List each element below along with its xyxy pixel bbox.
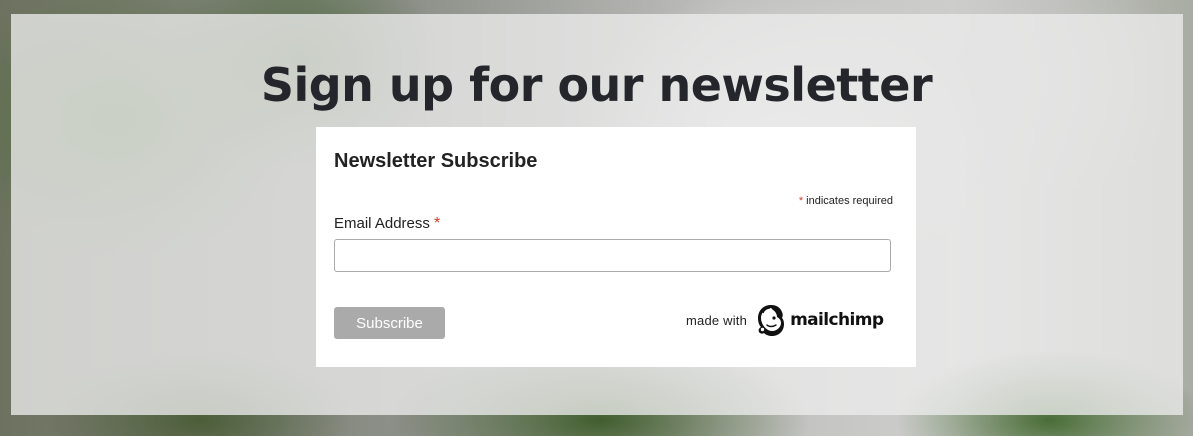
form-title: Newsletter Subscribe	[334, 150, 538, 172]
subscribe-button[interactable]: Subscribe	[334, 307, 445, 339]
email-field[interactable]	[334, 239, 891, 272]
made-with-text: made with	[686, 312, 748, 328]
email-required-asterisk: *	[434, 215, 441, 232]
required-note-text: indicates required	[806, 195, 893, 207]
required-note: * indicates required	[799, 195, 893, 207]
signup-form-card: Newsletter Subscribe * indicates require…	[316, 127, 916, 367]
email-label-text: Email Address	[334, 215, 430, 232]
mailchimp-freddie-icon	[758, 305, 785, 336]
mailchimp-referral-badge[interactable]: made with mailchimp	[686, 302, 884, 338]
required-asterisk: *	[798, 195, 804, 207]
mailchimp-wordmark: mailchimp	[790, 310, 884, 330]
email-label: Email Address *	[334, 215, 440, 233]
page-title: Sign up for our newsletter	[260, 58, 933, 112]
